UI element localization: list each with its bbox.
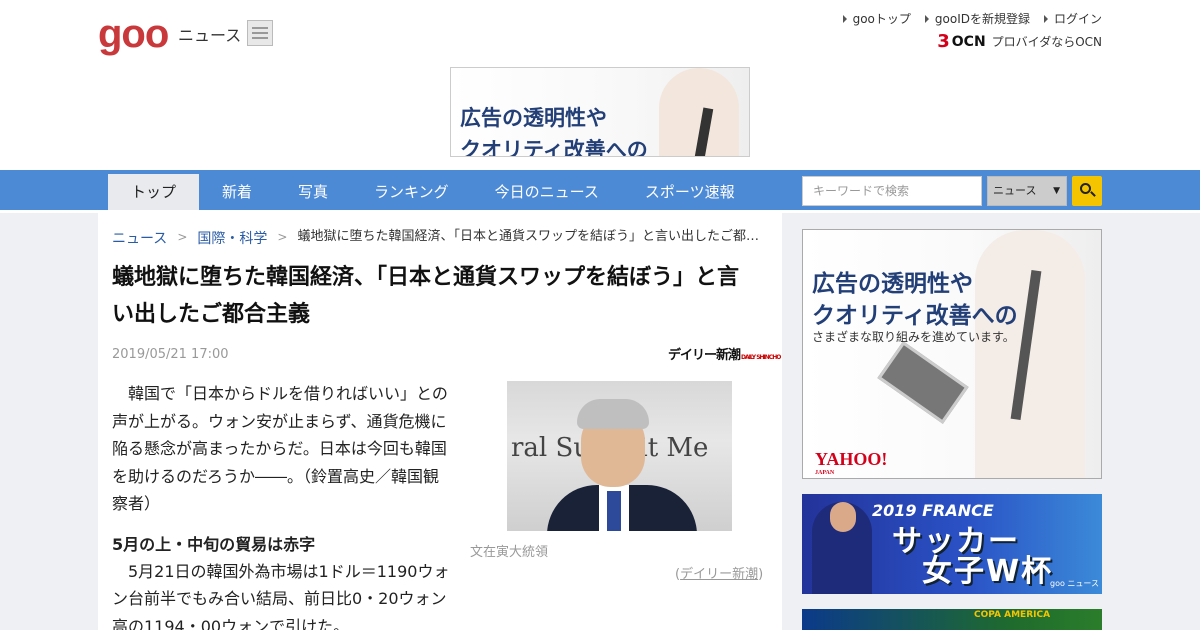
ocn-logo: 3 OCN	[937, 31, 986, 52]
search-input[interactable]	[802, 176, 982, 206]
ocn-promo-text[interactable]: プロバイダならOCN	[992, 33, 1102, 50]
search-scope-select[interactable]: ニュース ▼	[987, 176, 1067, 206]
nav-tabs: トップ 新着 写真 ランキング 今日のニュース スポーツ速報	[108, 174, 758, 210]
sidebar-ad-yahoo[interactable]: 広告の透明性や クオリティ改善への さまざまな取り組みを進めています。 YAHO…	[802, 229, 1102, 479]
search-scope-value: ニュース	[993, 184, 1037, 197]
breadcrumb: ニュース > 国際・科学 > 蟻地獄に堕ちた韓国経済、「日本と通貨スワップを結ぼ…	[112, 228, 772, 248]
article-title: 蟻地獄に堕ちた韓国経済、「日本と通貨スワップを結ぼう」と言い出したご都合主義	[112, 265, 740, 327]
side-ad-line2: クオリティ改善への	[812, 303, 1018, 329]
search-button[interactable]	[1072, 176, 1102, 206]
breadcrumb-separator-icon: >	[177, 230, 188, 244]
arrow-icon	[1043, 14, 1048, 23]
breadcrumb-separator-icon: >	[277, 230, 288, 244]
goo-top-link-label[interactable]: gooトップ	[853, 10, 911, 27]
nav-tab-today[interactable]: 今日のニュース	[472, 174, 622, 210]
copa-america-banner[interactable]: COPA AMERICA	[802, 609, 1102, 630]
article-paragraph: 5月21日の韓国外為市場は1ドル＝1190ウォン台前半でもみ合い結局、前日比0・…	[112, 561, 450, 630]
newspaper-icon	[247, 20, 273, 46]
site-header: goo ニュース gooトップ gooIDを新規登録 ログイン 3 OCN プロバ…	[0, 0, 1200, 170]
photo-credit: (デイリー新潮)	[675, 567, 764, 582]
breadcrumb-category[interactable]: 国際・科学	[197, 228, 267, 248]
arrow-icon	[842, 14, 847, 23]
arrow-icon	[924, 14, 929, 23]
caret-down-icon: ▼	[1053, 186, 1060, 196]
nav-tab-top[interactable]: トップ	[108, 174, 200, 210]
top-banner-ad[interactable]: 広告の透明性や クオリティ改善への	[450, 67, 750, 157]
photo-caption: 文在寅大統領	[470, 545, 549, 560]
side-ad-line1: 広告の透明性や	[812, 271, 973, 297]
daily-shincho-logo[interactable]: デイリー新潮DAILY SHINCHO	[668, 344, 781, 363]
top-ad-line1: 広告の透明性や	[460, 106, 607, 130]
top-ad-line2: クオリティ改善への	[460, 138, 648, 157]
article-body: 韓国で「日本からドルを借りればいい」との声が上がる。ウォン安が止まらず、通貨危機…	[112, 380, 454, 630]
credit-source-link[interactable]: デイリー新潮	[680, 567, 758, 582]
ocn-promo[interactable]: 3 OCN プロバイダならOCN	[937, 31, 1102, 52]
breadcrumb-current: 蟻地獄に堕ちた韓国経済、「日本と通貨スワップを結ぼう」と言い出したご都合主義	[297, 229, 768, 244]
register-link[interactable]: gooIDを新規登録	[924, 10, 1030, 27]
copa-banner-text: COPA AMERICA	[974, 610, 1051, 620]
article-date: 2019/05/21 17:00	[112, 347, 229, 362]
player-image	[812, 502, 872, 594]
nav-tab-sports[interactable]: スポーツ速報	[622, 174, 758, 210]
article-column: ニュース > 国際・科学 > 蟻地獄に堕ちた韓国経済、「日本と通貨スワップを結ぼ…	[98, 213, 782, 630]
breadcrumb-news[interactable]: ニュース	[112, 228, 167, 248]
womens-world-cup-banner[interactable]: 2019 FRANCE サッカー 女子W杯 goo ニュース	[802, 494, 1102, 594]
top-links: gooトップ gooIDを新規登録 ログイン	[842, 10, 1102, 27]
goo-news-mark: goo ニュース	[1050, 579, 1100, 588]
ad-person-image	[975, 230, 1085, 478]
register-link-label[interactable]: gooIDを新規登録	[935, 10, 1030, 27]
nav-tab-new[interactable]: 新着	[199, 174, 275, 210]
side-ad-line3: さまざまな取り組みを進めています。	[812, 330, 1015, 344]
article-photo[interactable]: ral Summit Me	[507, 381, 732, 531]
nav-tab-photo[interactable]: 写真	[275, 174, 351, 210]
goo-top-link[interactable]: gooトップ	[842, 10, 911, 27]
login-link-label[interactable]: ログイン	[1054, 10, 1102, 27]
news-logo-text[interactable]: ニュース	[178, 22, 241, 46]
soccer-banner-title2: 女子W杯	[922, 554, 1054, 589]
main-nav: トップ 新着 写真 ランキング 今日のニュース スポーツ速報 ニュース ▼	[0, 170, 1200, 210]
goo-logo[interactable]: goo	[98, 14, 169, 54]
login-link[interactable]: ログイン	[1043, 10, 1102, 27]
yahoo-japan-logo: YAHOO! JAPAN	[815, 449, 888, 476]
article-lead: 韓国で「日本からドルを借りればいい」との声が上がる。ウォン安が止まらず、通貨危機…	[112, 384, 448, 513]
ad-tablet-image	[877, 341, 969, 424]
nav-tab-ranking[interactable]: ランキング	[351, 174, 472, 210]
article-subheading: 5月の上・中旬の貿易は赤字	[112, 534, 316, 554]
